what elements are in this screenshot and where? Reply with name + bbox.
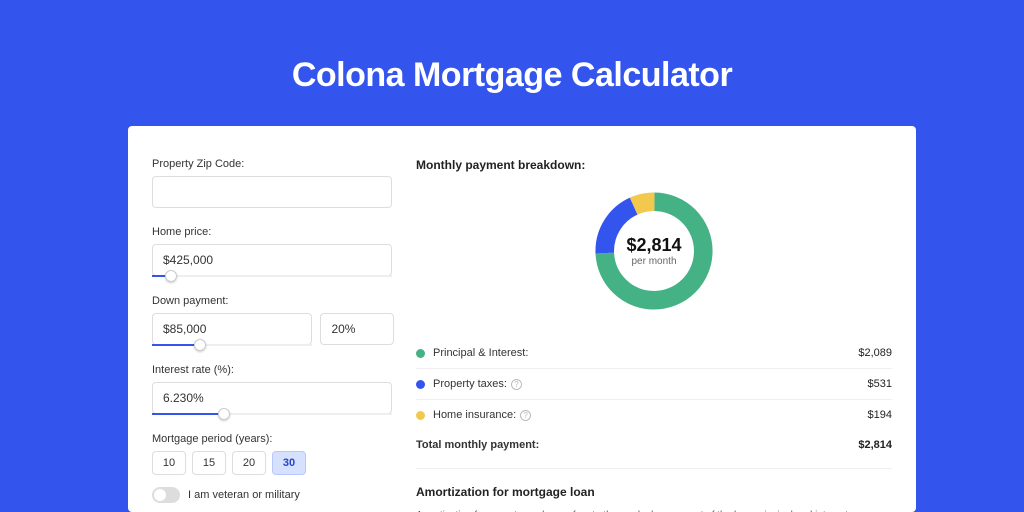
zip-group: Property Zip Code: — [152, 158, 408, 208]
zip-label: Property Zip Code: — [152, 158, 408, 170]
donut-center-amount: $2,814 — [626, 235, 681, 256]
info-icon[interactable]: ? — [520, 410, 531, 421]
page-title: Colona Mortgage Calculator — [0, 0, 1024, 95]
legend-dot — [416, 411, 425, 420]
legend-dot — [416, 349, 425, 358]
interest-input[interactable] — [152, 382, 392, 414]
period-label: Mortgage period (years): — [152, 433, 408, 445]
total-value: $2,814 — [858, 439, 892, 451]
period-buttons: 10152030 — [152, 451, 408, 475]
payment-donut-chart: $2,814 per month — [589, 186, 719, 316]
down-payment-input[interactable] — [152, 313, 312, 345]
down-payment-pct-input[interactable] — [320, 313, 394, 345]
calculator-card: Property Zip Code: Home price: Down paym… — [128, 126, 916, 512]
amortization-section: Amortization for mortgage loan Amortizat… — [416, 468, 892, 512]
breakdown-row-value: $531 — [868, 378, 892, 390]
home-price-group: Home price: — [152, 226, 408, 277]
home-price-slider[interactable] — [152, 275, 392, 277]
veteran-toggle[interactable] — [152, 487, 180, 503]
total-label: Total monthly payment: — [416, 439, 539, 451]
amortization-heading: Amortization for mortgage loan — [416, 485, 892, 499]
interest-label: Interest rate (%): — [152, 364, 408, 376]
home-price-label: Home price: — [152, 226, 408, 238]
breakdown-row-value: $194 — [868, 409, 892, 421]
form-panel: Property Zip Code: Home price: Down paym… — [128, 126, 408, 512]
home-price-input[interactable] — [152, 244, 392, 276]
down-payment-slider-fill — [152, 344, 200, 346]
period-button-15[interactable]: 15 — [192, 451, 226, 475]
breakdown-heading: Monthly payment breakdown: — [416, 158, 892, 172]
down-payment-group: Down payment: — [152, 295, 408, 346]
info-icon[interactable]: ? — [511, 379, 522, 390]
down-payment-slider-thumb[interactable] — [194, 339, 206, 351]
zip-input[interactable] — [152, 176, 392, 208]
breakdown-row: Principal & Interest: $2,089 — [416, 338, 892, 368]
breakdown-total-row: Total monthly payment: $2,814 — [416, 430, 892, 460]
breakdown-row-label: Home insurance: — [433, 409, 516, 421]
veteran-row: I am veteran or military — [152, 487, 408, 503]
period-button-20[interactable]: 20 — [232, 451, 266, 475]
veteran-label: I am veteran or military — [188, 489, 300, 501]
legend-dot — [416, 380, 425, 389]
breakdown-row-label: Principal & Interest: — [433, 347, 528, 359]
breakdown-row-label: Property taxes: — [433, 378, 507, 390]
donut-center-sub: per month — [631, 256, 676, 267]
interest-group: Interest rate (%): — [152, 364, 408, 415]
interest-slider-fill — [152, 413, 224, 415]
breakdown-row: Home insurance:? $194 — [416, 399, 892, 430]
period-button-10[interactable]: 10 — [152, 451, 186, 475]
breakdown-row: Property taxes:? $531 — [416, 368, 892, 399]
home-price-slider-thumb[interactable] — [165, 270, 177, 282]
breakdown-row-value: $2,089 — [858, 347, 892, 359]
breakdown-rows: Principal & Interest: $2,089 Property taxe… — [416, 338, 892, 430]
breakdown-panel: Monthly payment breakdown: $2,814 per mo… — [408, 126, 916, 512]
period-button-30[interactable]: 30 — [272, 451, 306, 475]
period-group: Mortgage period (years): 10152030 — [152, 433, 408, 475]
interest-slider[interactable] — [152, 413, 392, 415]
down-payment-label: Down payment: — [152, 295, 408, 307]
interest-slider-thumb[interactable] — [218, 408, 230, 420]
down-payment-slider[interactable] — [152, 344, 312, 346]
